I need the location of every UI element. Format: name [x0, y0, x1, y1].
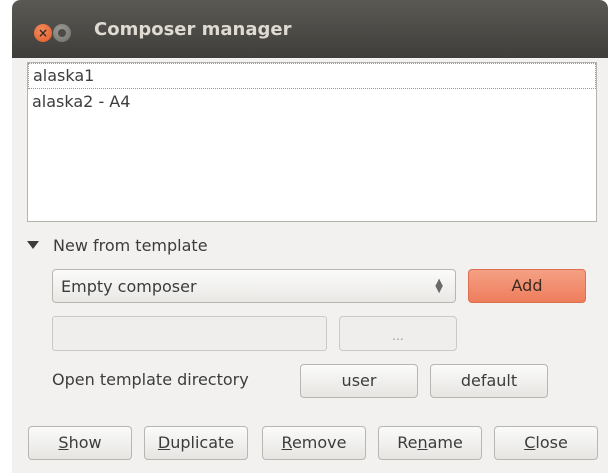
rename-button[interactable]: Rename — [378, 426, 482, 460]
updown-arrows-icon: ▲ ▼ — [435, 277, 443, 295]
expand-triangle-icon[interactable] — [27, 241, 39, 249]
mnemonic-letter: D — [157, 433, 171, 452]
button-label-rest: emove — [291, 433, 347, 452]
template-select[interactable]: Empty composer ▲ ▼ — [52, 269, 456, 303]
button-label-rest: lose — [535, 433, 568, 452]
button-label-rest: ame — [427, 433, 463, 452]
user-directory-button[interactable]: user — [300, 364, 418, 398]
window-title: Composer manager — [94, 19, 292, 40]
close-button[interactable]: Close — [494, 426, 598, 460]
list-item[interactable]: alaska1 — [28, 63, 596, 89]
add-button[interactable]: Add — [468, 269, 586, 303]
button-label-pre: Re — [397, 433, 418, 452]
title-bar: × Composer manager — [12, 0, 608, 58]
browse-button[interactable]: ... — [339, 316, 457, 351]
template-select-value: Empty composer — [61, 276, 197, 296]
list-item[interactable]: alaska2 - A4 — [28, 89, 596, 115]
default-directory-button[interactable]: default — [430, 364, 548, 398]
new-from-template-toggle[interactable]: New from template — [27, 233, 208, 257]
mnemonic-letter: R — [281, 433, 292, 452]
duplicate-button[interactable]: Duplicate — [144, 426, 248, 460]
section-label: New from template — [53, 235, 208, 255]
open-template-directory-label: Open template directory — [52, 370, 249, 389]
button-label-rest: uplicate — [170, 433, 235, 452]
mnemonic-letter: n — [417, 433, 428, 452]
close-window-icon[interactable]: × — [34, 24, 52, 42]
show-button[interactable]: Show — [28, 426, 132, 460]
composer-list[interactable]: alaska1 alaska2 - A4 — [27, 62, 597, 222]
mnemonic-letter: S — [58, 433, 69, 452]
composer-manager-window: × Composer manager alaska1 alaska2 - A4 … — [12, 0, 608, 473]
minimize-window-icon[interactable] — [53, 24, 71, 42]
remove-button[interactable]: Remove — [262, 426, 366, 460]
mnemonic-letter: C — [524, 433, 536, 452]
button-label-rest: how — [68, 433, 102, 452]
template-path-input[interactable] — [52, 316, 327, 351]
